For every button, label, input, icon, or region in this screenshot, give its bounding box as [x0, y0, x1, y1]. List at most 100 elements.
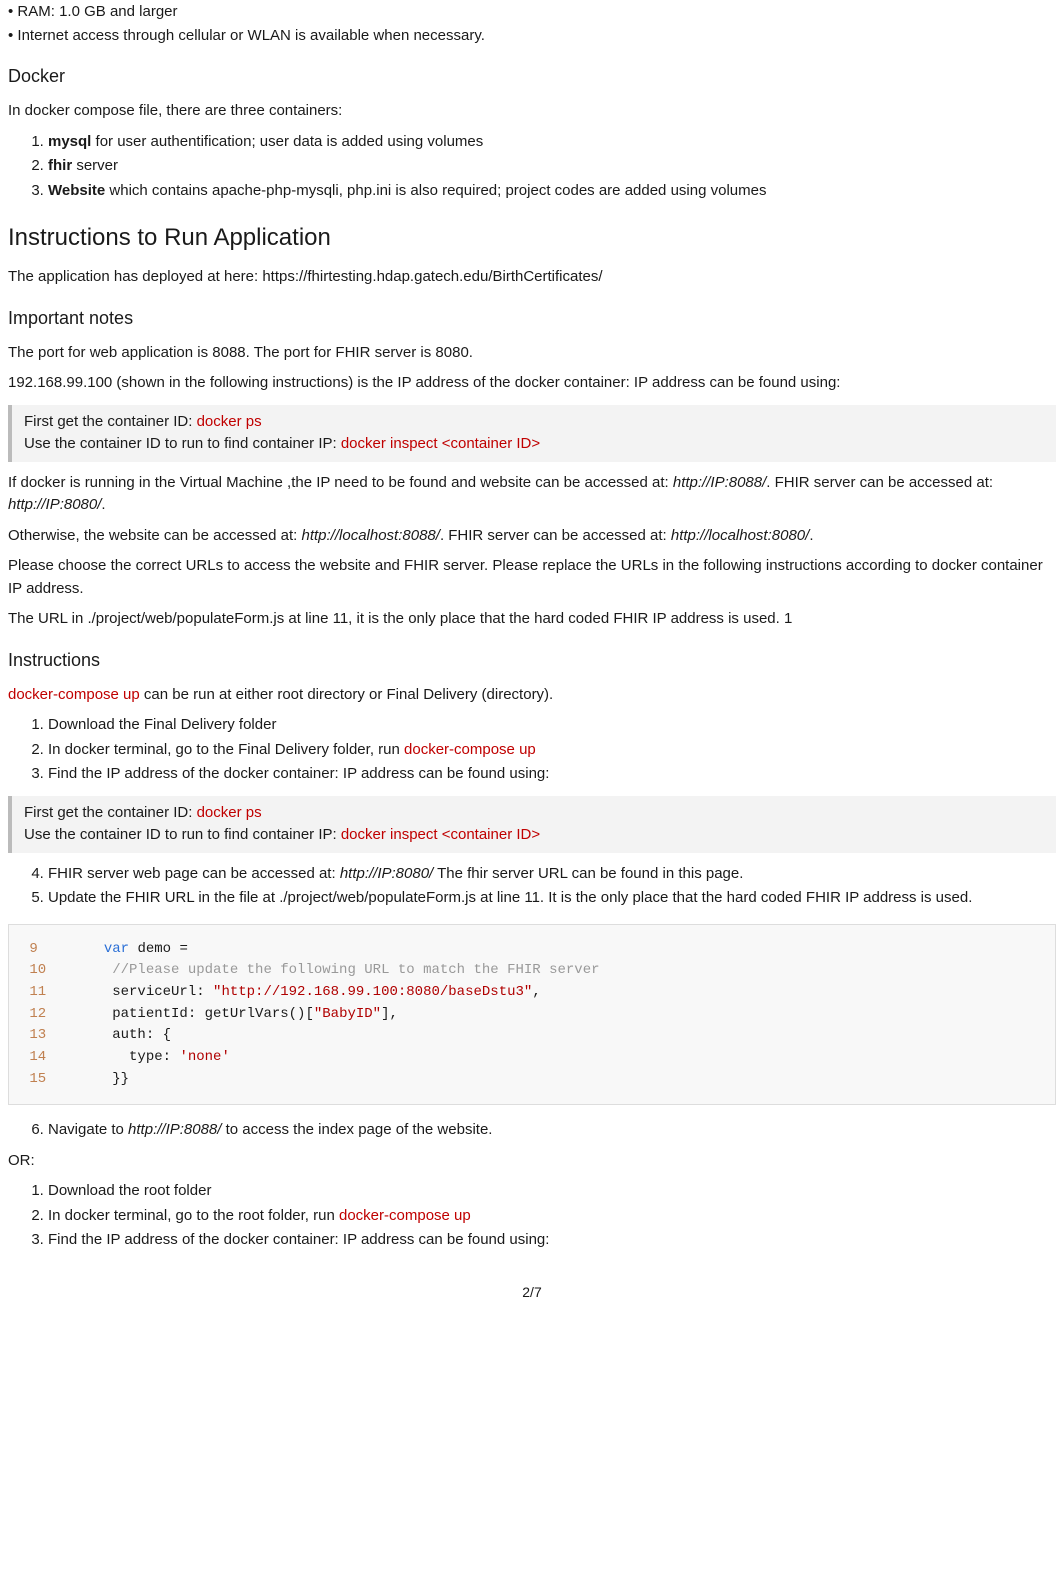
notes-p3: If docker is running in the Virtual Mach… — [8, 472, 1056, 517]
l11-b: , — [532, 984, 540, 1000]
bq2-l2b: docker inspect <container ID> — [341, 826, 540, 843]
bq2-line1: First get the container ID: docker ps — [24, 802, 1044, 825]
instr1-6: Navigate to http://IP:8088/ to access th… — [48, 1119, 1056, 1142]
kw-var: var — [104, 941, 129, 957]
instructions-heading: Instructions — [8, 647, 1056, 674]
code-block: 9 var demo = 10 //Please update the foll… — [8, 924, 1056, 1106]
bq1-l2a: Use the container ID to run to find cont… — [24, 435, 341, 452]
l12-b: ], — [381, 1006, 398, 1022]
ln-9: 9 — [29, 939, 53, 961]
instr2-3: Find the IP address of the docker contai… — [48, 1229, 1056, 1252]
bq2-l2a: Use the container ID to run to find cont… — [24, 826, 341, 843]
instructions-list-1b: FHIR server web page can be accessed at:… — [8, 863, 1056, 910]
instructions-list-2: Download the root folder In docker termi… — [8, 1180, 1056, 1252]
docker-item-website: Website which contains apache-php-mysqli… — [48, 180, 1056, 203]
bullet-ram: • RAM: 1.0 GB and larger — [8, 1, 1056, 24]
instructions-intro: docker-compose up can be run at either r… — [8, 684, 1056, 707]
intro-rest: can be run at either root directory or F… — [140, 686, 554, 703]
instr1-1: Download the Final Delivery folder — [48, 714, 1056, 737]
instr1-6b: to access the index page of the website. — [221, 1121, 492, 1138]
docker-heading: Docker — [8, 63, 1056, 90]
bq1-l1b: docker ps — [197, 413, 262, 430]
notes-p4: Otherwise, the website can be accessed a… — [8, 525, 1056, 548]
instr1-4b: The fhir server URL can be found in this… — [433, 865, 743, 882]
ln-10: 10 — [29, 960, 53, 982]
docker-item-website-rest: which contains apache-php-mysqli, php.in… — [105, 182, 766, 199]
ln-14: 14 — [29, 1047, 53, 1069]
important-notes-heading: Important notes — [8, 305, 1056, 332]
l13-a: auth: { — [112, 1027, 171, 1043]
instr2-2b: docker-compose up — [339, 1207, 471, 1224]
l12-str: "BabyID" — [314, 1006, 381, 1022]
docker-item-fhir: fhir server — [48, 155, 1056, 178]
ln-11: 11 — [29, 982, 53, 1004]
notes-p5: Please choose the correct URLs to access… — [8, 555, 1056, 600]
or-label: OR: — [8, 1150, 1056, 1173]
p3-b: . FHIR server can be accessed at: — [766, 474, 993, 491]
instructions-blockquote: First get the container ID: docker ps Us… — [8, 796, 1056, 853]
l12-a: patientId: getUrlVars()[ — [112, 1006, 314, 1022]
notes-p6: The URL in ./project/web/populateForm.js… — [8, 608, 1056, 631]
bq1-line2: Use the container ID to run to find cont… — [24, 433, 1044, 456]
docker-item-website-bold: Website — [48, 182, 105, 199]
docker-intro: In docker compose file, there are three … — [8, 100, 1056, 123]
ln-13: 13 — [29, 1025, 53, 1047]
bq1-l2b: docker inspect <container ID> — [341, 435, 540, 452]
l15-a: }} — [112, 1071, 129, 1087]
l14-a: type: — [112, 1049, 179, 1065]
instr1-2b: docker-compose up — [404, 741, 536, 758]
instr1-4em: http://IP:8080/ — [340, 865, 433, 882]
p4-b: . FHIR server can be accessed at: — [440, 527, 671, 544]
ln-15: 15 — [29, 1069, 53, 1091]
instr1-4: FHIR server web page can be accessed at:… — [48, 863, 1056, 886]
page-number: 2/7 — [8, 1282, 1056, 1303]
deploy-url: https://fhirtesting.hdap.gatech.edu/Birt… — [262, 268, 602, 285]
bq2-l1a: First get the container ID: — [24, 804, 197, 821]
p3-em1: http://IP:8088/ — [673, 474, 766, 491]
instr2-2: In docker terminal, go to the root folde… — [48, 1205, 1056, 1228]
bq1-line1: First get the container ID: docker ps — [24, 411, 1044, 434]
notes-p2: 192.168.99.100 (shown in the following i… — [8, 372, 1056, 395]
bq2-line2: Use the container ID to run to find cont… — [24, 824, 1044, 847]
notes-p1: The port for web application is 8088. Th… — [8, 342, 1056, 365]
l14-str: 'none' — [179, 1049, 229, 1065]
instr1-2: In docker terminal, go to the Final Deli… — [48, 739, 1056, 762]
docker-item-fhir-rest: server — [72, 157, 118, 174]
l11-str: "http://192.168.99.100:8080/baseDstu3" — [213, 984, 532, 1000]
p4-a: Otherwise, the website can be accessed a… — [8, 527, 302, 544]
bullet-internet-text: Internet access through cellular or WLAN… — [17, 27, 484, 44]
docker-item-mysql-bold: mysql — [48, 133, 91, 150]
p3-em2: http://IP:8080/ — [8, 496, 101, 513]
run-app-heading: Instructions to Run Application — [8, 220, 1056, 256]
instr1-2a: In docker terminal, go to the Final Deli… — [48, 741, 404, 758]
instr1-5: Update the FHIR URL in the file at ./pro… — [48, 887, 1056, 910]
instr1-6em: http://IP:8088/ — [128, 1121, 221, 1138]
deploy-line: The application has deployed at here: ht… — [8, 266, 1056, 289]
p4-em1: http://localhost:8088/ — [302, 527, 440, 544]
docker-item-mysql: mysql for user authentification; user da… — [48, 131, 1056, 154]
instr1-3: Find the IP address of the docker contai… — [48, 763, 1056, 786]
p4-em2: http://localhost:8080/ — [671, 527, 809, 544]
p4-c: . — [809, 527, 813, 544]
bullet-ram-text: RAM: 1.0 GB and larger — [17, 3, 177, 20]
bq1-l1a: First get the container ID: — [24, 413, 197, 430]
bullet-internet: • Internet access through cellular or WL… — [8, 25, 1056, 48]
instr2-1: Download the root folder — [48, 1180, 1056, 1203]
l9-rest: demo = — [129, 941, 188, 957]
docker-item-mysql-rest: for user authentification; user data is … — [91, 133, 483, 150]
ln-12: 12 — [29, 1004, 53, 1026]
notes-blockquote-1: First get the container ID: docker ps Us… — [8, 405, 1056, 462]
p3-c: . — [101, 496, 105, 513]
docker-list: mysql for user authentification; user da… — [8, 131, 1056, 203]
l10-cmt: //Please update the following URL to mat… — [112, 962, 599, 978]
bq2-l1b: docker ps — [197, 804, 262, 821]
intro-cmd: docker-compose up — [8, 686, 140, 703]
l11-a: serviceUrl: — [112, 984, 213, 1000]
instr1-4a: FHIR server web page can be accessed at: — [48, 865, 340, 882]
instr2-2a: In docker terminal, go to the root folde… — [48, 1207, 339, 1224]
instructions-list-1a: Download the Final Delivery folder In do… — [8, 714, 1056, 786]
instructions-list-1c: Navigate to http://IP:8088/ to access th… — [8, 1119, 1056, 1142]
deploy-prefix: The application has deployed at here: — [8, 268, 262, 285]
p3-a: If docker is running in the Virtual Mach… — [8, 474, 673, 491]
instr1-6a: Navigate to — [48, 1121, 128, 1138]
